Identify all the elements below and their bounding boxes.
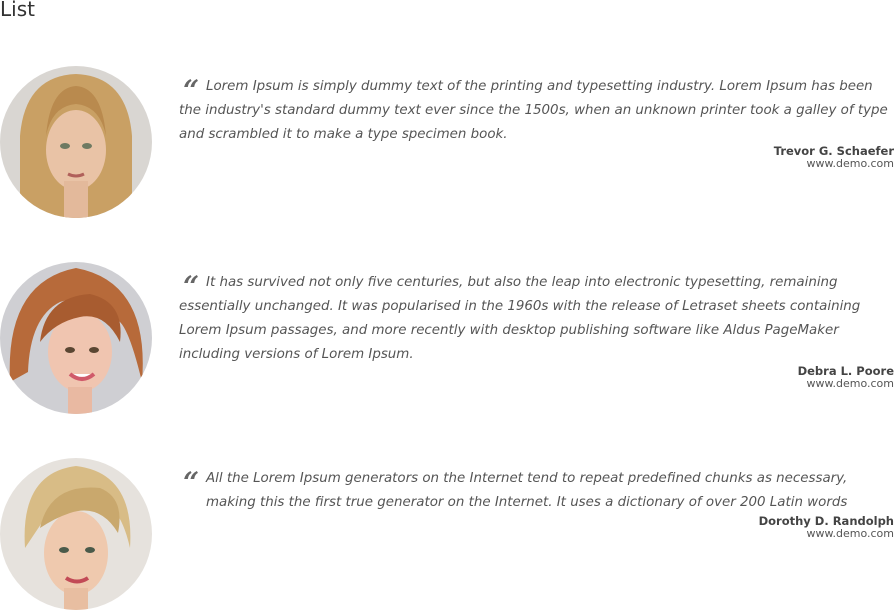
person-photo-icon (0, 262, 152, 414)
quote-text: All the Lorem Ipsum generators on the In… (206, 471, 848, 510)
author-info: Trevor G. Schaefer www.demo.com (774, 144, 894, 170)
author-name: Trevor G. Schaefer (773, 144, 894, 158)
avatar (0, 458, 152, 610)
author-site: www.demo.com (806, 527, 894, 540)
author-info: Debra L. Poore www.demo.com (798, 364, 894, 390)
quote-block: “ Lorem Ipsum is simply dummy text of th… (179, 75, 889, 147)
quote-block: “ All the Lorem Ipsum generators on the … (179, 467, 889, 515)
person-photo-icon (0, 66, 152, 218)
avatar (0, 262, 152, 414)
page-title: List (0, 0, 35, 21)
person-photo-icon (0, 458, 152, 610)
author-name: Dorothy D. Randolph (758, 514, 894, 528)
quote-text: Lorem Ipsum is simply dummy text of the … (179, 79, 888, 142)
author-info: Dorothy D. Randolph www.demo.com (759, 514, 894, 540)
author-name: Debra L. Poore (797, 364, 894, 378)
quote-text: It has survived not only five centuries,… (179, 275, 861, 362)
author-site: www.demo.com (806, 377, 894, 390)
quote-block: “ It has survived not only five centurie… (179, 271, 889, 367)
author-site: www.demo.com (806, 157, 894, 170)
avatar (0, 66, 152, 218)
